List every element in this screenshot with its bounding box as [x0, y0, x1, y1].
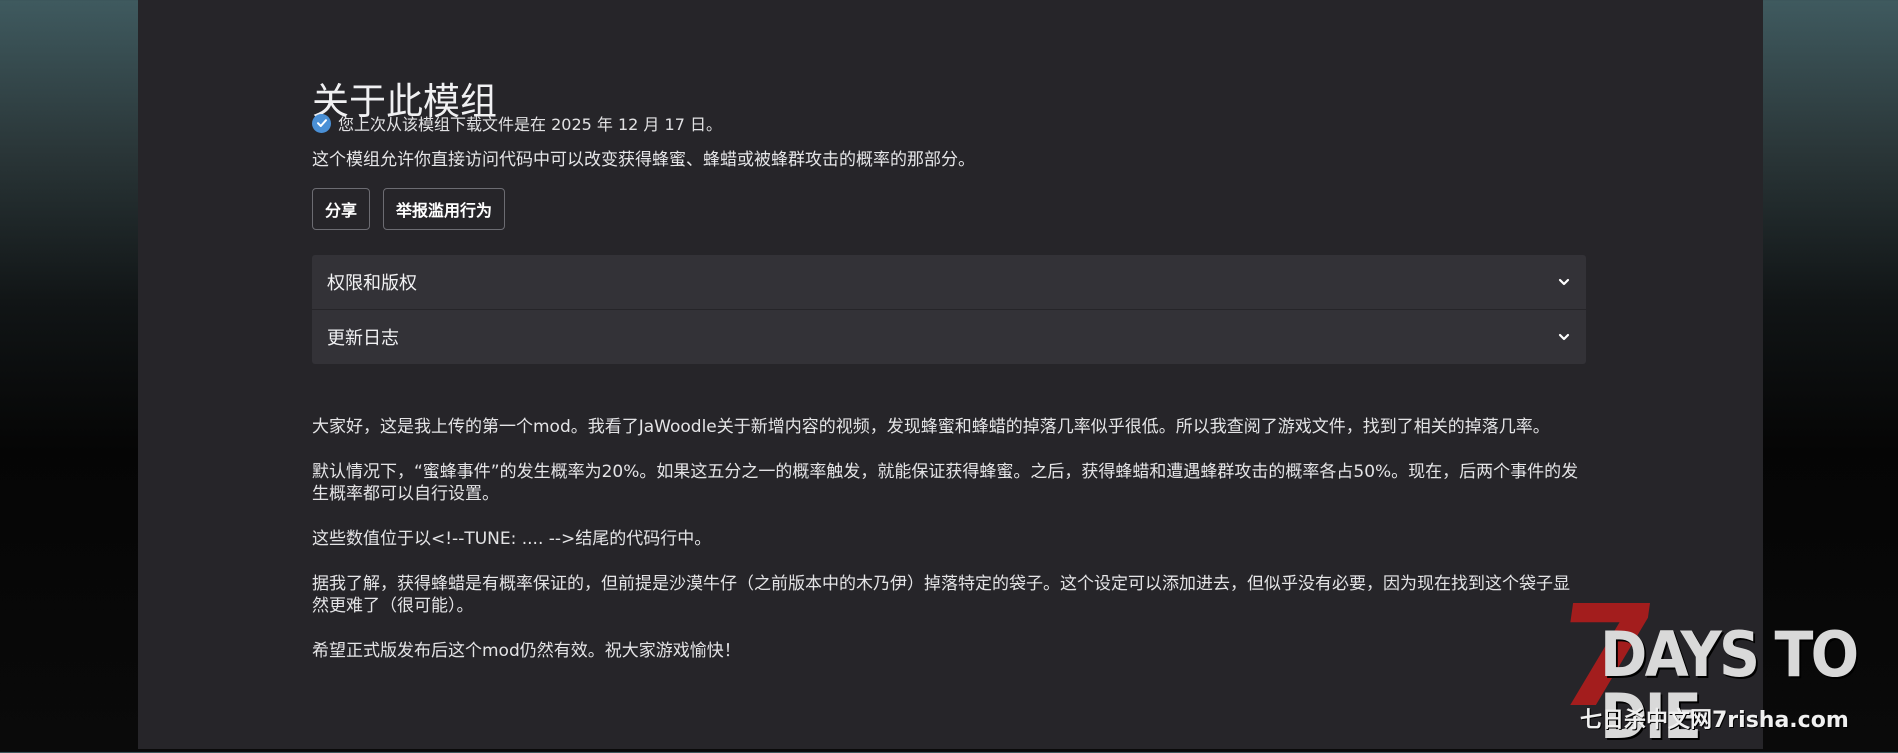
action-buttons: 分享 举报滥用行为: [312, 188, 506, 230]
accordion-changelog[interactable]: 更新日志: [312, 310, 1586, 364]
share-button[interactable]: 分享: [312, 188, 371, 230]
logo-site: 七日杀中文网7risha.com: [1580, 708, 1849, 733]
chevron-down-icon: [1557, 275, 1571, 289]
download-note-text: 您上次从该模组下载文件是在 2025 年 12 月 17 日。: [338, 115, 722, 134]
report-abuse-button[interactable]: 举报滥用行为: [383, 188, 506, 230]
accordion-permissions-label: 权限和版权: [327, 273, 417, 294]
download-note: 您上次从该模组下载文件是在 2025 年 12 月 17 日。: [312, 111, 722, 135]
description-paragraph: 希望正式版发布后这个mod仍然有效。祝大家游戏愉快！: [312, 641, 741, 661]
description-paragraph: 这些数值位于以<!--TUNE: .... -->结尾的代码行中。: [312, 529, 712, 549]
description-paragraph: 大家好，这是我上传的第一个mod。我看了JaWoodle关于新增内容的视频，发现…: [312, 417, 1550, 437]
mod-summary: 这个模组允许你直接访问代码中可以改变获得蜂蜜、蜂蜡或被蜂群攻击的概率的那部分。: [312, 150, 975, 170]
accordion-changelog-label: 更新日志: [327, 328, 399, 349]
description-paragraph: 据我了解，获得蜂蜡是有概率保证的，但前提是沙漠牛仔（之前版本中的木乃伊）掉落特定…: [312, 574, 1570, 616]
accordion-permissions[interactable]: 权限和版权: [312, 255, 1586, 310]
watermark-logo: 7 DAYS TO DIE 七日杀中文网7risha.com: [1545, 576, 1893, 748]
accordion: 权限和版权 更新日志: [312, 255, 1586, 364]
mod-description: 大家好，这是我上传的第一个mod。我看了JaWoodle关于新增内容的视频，发现…: [312, 416, 1586, 685]
content-panel: 关于此模组 您上次从该模组下载文件是在 2025 年 12 月 17 日。 这个…: [138, 0, 1763, 749]
check-circle-icon: [312, 113, 331, 133]
description-paragraph: 默认情况下，“蜜蜂事件”的发生概率为20%。如果这五分之一的概率触发，就能保证获…: [312, 462, 1579, 504]
chevron-down-icon: [1557, 330, 1571, 344]
